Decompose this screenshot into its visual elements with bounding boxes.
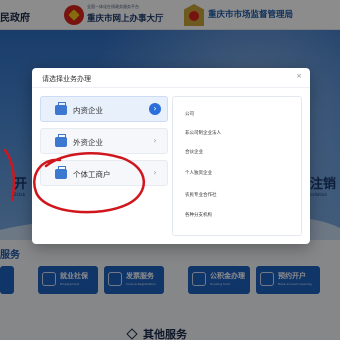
briefcase-icon [55,102,67,115]
subcategory-item[interactable]: 农民专业合作社 [185,192,217,198]
briefcase-icon [55,166,67,179]
subcategory-item[interactable]: 合伙企业 [185,149,203,155]
chevron-right-icon: › [153,168,157,177]
subcategory-item[interactable]: 非公司制企业法人 [185,130,221,136]
close-icon[interactable]: × [296,73,302,80]
subcategory-item[interactable]: 公司 [185,111,194,117]
category-label: 外资企业 [73,138,103,147]
subcategory-panel: 公司 非公司制企业法人 合伙企业 个人独资企业 农民专业合作社 各种分支机构 [172,96,302,236]
category-foreign-enterprise[interactable]: 外资企业 › [40,128,168,154]
subcategory-item[interactable]: 各种分支机构 [185,212,212,218]
chevron-right-icon: › [153,136,157,145]
category-domestic-enterprise[interactable]: 内资企业 › [40,96,168,122]
category-label: 个体工商户 [73,170,111,179]
category-individual-business[interactable]: 个体工商户 › [40,160,168,186]
chevron-right-icon: › [149,103,161,115]
category-label: 内资企业 [73,106,103,115]
business-select-modal: 请选择业务办理 × 内资企业 › 外资企业 › 个体工商户 › 公司 非公司制企… [32,68,310,244]
subcategory-item[interactable]: 个人独资企业 [185,170,212,176]
modal-divider [32,87,310,88]
briefcase-icon [55,134,67,147]
modal-title: 请选择业务办理 [42,75,91,83]
